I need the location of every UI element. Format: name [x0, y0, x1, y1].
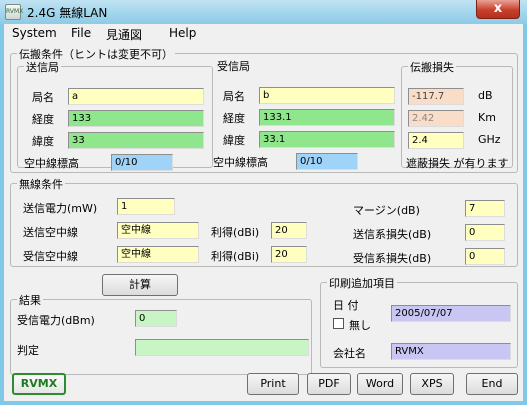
- no-date-checkbox[interactable]: [333, 318, 344, 329]
- loss-db-unit: dB: [478, 89, 493, 102]
- rx-height-label: 空中線標高: [213, 156, 268, 169]
- judgement-field: [135, 339, 309, 356]
- print-button[interactable]: Print: [247, 373, 299, 395]
- rx-gain-label: 利得(dBi): [211, 250, 260, 263]
- tx-gain-label: 利得(dBi): [211, 226, 260, 239]
- loss-group: 伝搬損失 -117.7 dB 2.42 Km 2.4 GHz 遮蔽損失 が有りま…: [401, 59, 513, 170]
- tx-lon-label: 経度: [32, 113, 54, 126]
- app-icon: RVMX: [5, 4, 23, 20]
- tx-name-field[interactable]: a: [68, 88, 204, 105]
- company-field[interactable]: RVMX: [391, 343, 511, 360]
- word-button[interactable]: Word: [357, 373, 403, 395]
- window-title: 2.4G 無線LAN: [27, 6, 108, 20]
- frequency-field[interactable]: 2.4: [408, 132, 464, 149]
- radio-legend: 無線条件: [17, 176, 65, 192]
- menu-bar: System File 見通図 Help: [4, 24, 523, 43]
- rx-loss-field[interactable]: 0: [465, 248, 505, 265]
- rx-name-label: 局名: [223, 90, 245, 103]
- tx-height-label: 空中線標高: [24, 157, 79, 170]
- rx-power-field: 0: [135, 310, 177, 327]
- print-extra-group: 印刷追加項目 日 付 無し 2005/07/07 会社名 RVMX: [320, 275, 518, 368]
- tx-loss-label: 送信系損失(dB): [353, 228, 432, 241]
- distance-field: 2.42: [408, 110, 464, 127]
- tx-station-group: 送信局 局名 a 経度 133 緯度 33 空中線標高 0/10: [17, 59, 213, 171]
- margin-field[interactable]: 7: [465, 200, 505, 217]
- date-field[interactable]: 2005/07/07: [391, 305, 511, 322]
- rx-station-group: 受信局 局名 b 経度 133.1 緯度 33.1 空中線標高 0/10: [209, 58, 399, 170]
- judgement-label: 判定: [17, 344, 39, 357]
- rx-gain-field[interactable]: 20: [271, 246, 307, 263]
- tx-gain-field[interactable]: 20: [271, 222, 307, 239]
- rx-antenna-label: 受信空中線: [23, 250, 78, 263]
- result-legend: 結果: [17, 292, 43, 308]
- rx-antenna-field[interactable]: 空中線: [117, 246, 199, 263]
- propagation-group: 伝搬条件（ヒントは変更不可） 送信局 局名 a 経度 133 緯度 33 空中線…: [10, 46, 518, 173]
- tx-power-label: 送信電力(mW): [23, 202, 98, 215]
- tx-loss-field[interactable]: 0: [465, 224, 505, 241]
- tx-antenna-field[interactable]: 空中線: [117, 222, 199, 239]
- distance-unit: Km: [478, 111, 496, 124]
- rx-lat-field[interactable]: 33.1: [259, 131, 395, 148]
- tx-name-label: 局名: [32, 91, 54, 104]
- tx-lat-field[interactable]: 33: [68, 132, 204, 149]
- radio-group: 無線条件 送信電力(mW) 1 送信空中線 空中線 利得(dBi) 20 受信空…: [10, 176, 518, 267]
- date-label: 日 付: [333, 299, 359, 312]
- menu-view-diagram[interactable]: 見通図: [106, 26, 142, 43]
- tx-power-field[interactable]: 1: [117, 198, 175, 215]
- rx-height-field[interactable]: 0/10: [296, 153, 358, 170]
- company-label: 会社名: [333, 347, 366, 360]
- rx-name-field[interactable]: b: [259, 87, 395, 104]
- title-bar: RVMX 2.4G 無線LAN x: [0, 0, 527, 24]
- result-group: 結果 受信電力(dBm) 0 判定: [10, 292, 312, 375]
- tx-height-field[interactable]: 0/10: [111, 154, 173, 171]
- menu-help[interactable]: Help: [169, 26, 196, 40]
- margin-label: マージン(dB): [353, 204, 420, 217]
- rx-station-legend: 受信局: [215, 58, 252, 74]
- loss-db-field: -117.7: [408, 88, 464, 105]
- rx-lat-label: 緯度: [223, 134, 245, 147]
- loss-legend: 伝搬損失: [408, 59, 456, 75]
- no-date-label: 無し: [349, 319, 371, 332]
- xps-button[interactable]: XPS: [410, 373, 454, 395]
- rx-lon-field[interactable]: 133.1: [259, 109, 395, 126]
- main-panel: 伝搬条件（ヒントは変更不可） 送信局 局名 a 経度 133 緯度 33 空中線…: [4, 43, 523, 401]
- tx-lon-field[interactable]: 133: [68, 110, 204, 127]
- tx-station-legend: 送信局: [24, 59, 61, 75]
- calculate-button[interactable]: 計算: [102, 274, 178, 296]
- pdf-button[interactable]: PDF: [307, 373, 351, 395]
- rx-power-label: 受信電力(dBm): [17, 314, 95, 327]
- rvmx-logo-button[interactable]: RVMX: [12, 373, 66, 395]
- tx-lat-label: 緯度: [32, 135, 54, 148]
- menu-system[interactable]: System: [12, 26, 57, 40]
- end-button[interactable]: End: [466, 373, 518, 395]
- close-button[interactable]: x: [476, 0, 520, 19]
- rx-loss-label: 受信系損失(dB): [353, 252, 432, 265]
- menu-file[interactable]: File: [71, 26, 91, 40]
- tx-antenna-label: 送信空中線: [23, 226, 78, 239]
- shielding-loss-note: 遮蔽損失 が有ります: [406, 157, 509, 170]
- print-extra-legend: 印刷追加項目: [327, 275, 397, 291]
- rx-lon-label: 経度: [223, 112, 245, 125]
- frequency-unit: GHz: [478, 133, 501, 146]
